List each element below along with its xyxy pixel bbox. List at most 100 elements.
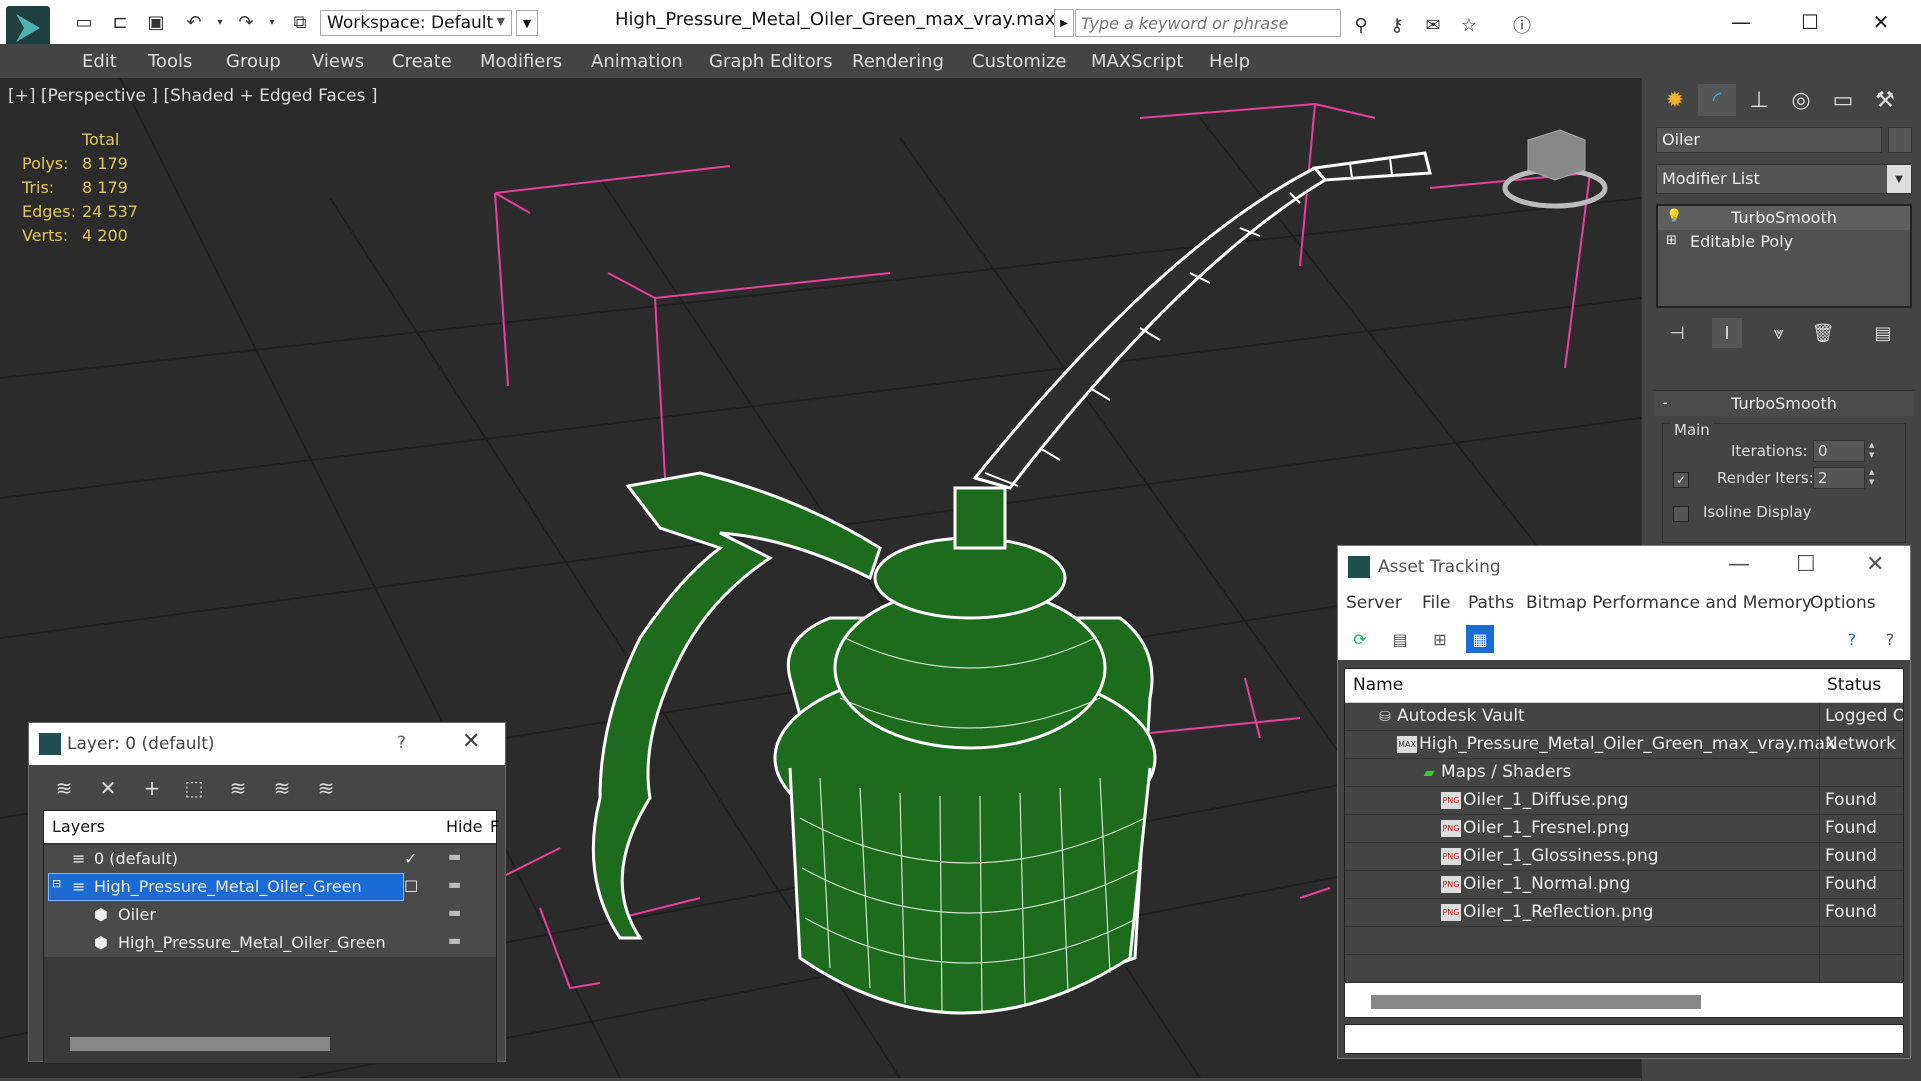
col-hide[interactable]: Hide <box>446 817 482 836</box>
search-expand-button[interactable]: ▶ <box>1054 9 1074 37</box>
col-status[interactable]: Status <box>1827 675 1881 695</box>
redo-icon[interactable]: ↷ <box>234 12 258 33</box>
asset-row[interactable]: PNG Oiler_1_Diffuse.png Found <box>1345 787 1903 815</box>
menu-customize[interactable]: Customize <box>972 51 1066 72</box>
create-tab-icon[interactable]: ✹ <box>1656 84 1694 116</box>
menu-animation[interactable]: Animation <box>591 51 683 72</box>
select-objects-icon[interactable]: ⬚ <box>179 773 209 803</box>
project-folder-icon[interactable]: ⧉ <box>288 12 312 33</box>
redo-dropdown-icon[interactable]: ▾ <box>260 12 284 32</box>
hide-toggle[interactable]: ▬ <box>448 905 461 921</box>
show-end-result-icon[interactable]: I <box>1712 318 1742 348</box>
minimize-button[interactable]: — <box>1718 8 1764 36</box>
spinner-arrows-icon[interactable]: ▲ ▼ <box>1869 440 1879 462</box>
spinner-arrows-icon[interactable]: ▲ ▼ <box>1869 467 1879 489</box>
delete-layer-icon[interactable]: ✕ <box>93 773 123 803</box>
workspace-dropdown[interactable]: Workspace: Default ▼ <box>320 10 512 36</box>
menu-paths[interactable]: Paths <box>1468 593 1514 613</box>
utilities-tab-icon[interactable]: ⚒ <box>1866 84 1904 116</box>
turbosmooth-rollout-header[interactable]: - TurboSmooth <box>1654 390 1914 416</box>
layer-window-titlebar[interactable]: Layer: 0 (default) ? ✕ <box>29 723 505 765</box>
motion-tab-icon[interactable]: ◎ <box>1782 84 1820 116</box>
menu-file[interactable]: File <box>1422 593 1450 613</box>
communication-center-icon[interactable]: ✉ <box>1420 14 1446 36</box>
col-layers[interactable]: Layers <box>52 817 105 836</box>
iterations-spinner[interactable]: 0 <box>1813 440 1865 462</box>
isoline-display-checkbox[interactable] <box>1673 506 1689 522</box>
menu-maxscript[interactable]: MAXScript <box>1091 51 1183 72</box>
menu-tools[interactable]: Tools <box>148 51 192 72</box>
hierarchy-tab-icon[interactable]: ⊥ <box>1740 84 1778 116</box>
list-view-icon[interactable]: ▤ <box>1386 625 1414 653</box>
context-help-icon[interactable]: ? <box>1876 625 1904 653</box>
asset-row[interactable]: PNG Oiler_1_Glossiness.png Found <box>1345 843 1903 871</box>
key-icon[interactable]: ⚷ <box>1384 14 1410 36</box>
layer-row-selected[interactable]: ⊟ ≡ High_Pressure_Metal_Oiler_Green ☐ ▬ <box>44 873 496 901</box>
undo-dropdown-icon[interactable]: ▾ <box>208 12 232 32</box>
layer-row[interactable]: ⬢ Oiler ▬ <box>44 901 496 929</box>
search-input[interactable] <box>1075 9 1341 37</box>
binoculars-icon[interactable]: ⚲ <box>1348 14 1374 36</box>
asset-row[interactable]: MAX High_Pressure_Metal_Oiler_Green_max_… <box>1345 731 1903 759</box>
asset-row[interactable]: PNG Oiler_1_Normal.png Found <box>1345 871 1903 899</box>
configure-modifier-sets-icon[interactable]: ▤ <box>1868 318 1898 348</box>
viewcube[interactable] <box>1502 129 1608 209</box>
new-layer-icon[interactable]: ≋ <box>49 773 79 803</box>
viewport-label[interactable]: [+] [Perspective ] [Shaded + Edged Faces… <box>8 86 377 106</box>
modify-tab-icon[interactable]: ◜ <box>1698 84 1736 116</box>
render-iters-checkbox[interactable]: ✓ <box>1673 472 1689 488</box>
tree-view-icon[interactable]: ⊞ <box>1426 625 1454 653</box>
refresh-icon[interactable]: ⟳ <box>1346 625 1374 653</box>
asset-row[interactable]: PNG Oiler_1_Fresnel.png Found <box>1345 815 1903 843</box>
asset-window-titlebar[interactable]: Asset Tracking — ☐ ✕ <box>1338 546 1910 588</box>
help-button[interactable]: ? <box>397 733 406 753</box>
table-view-icon[interactable]: ▦ <box>1466 625 1494 653</box>
horizontal-scrollbar[interactable] <box>70 1037 330 1051</box>
menu-edit[interactable]: Edit <box>82 51 117 72</box>
menu-modifiers[interactable]: Modifiers <box>480 51 562 72</box>
favorites-star-icon[interactable]: ☆ <box>1456 14 1482 36</box>
expand-plus-icon[interactable]: ⊞ <box>1666 233 1677 248</box>
menu-server[interactable]: Server <box>1346 593 1402 613</box>
close-button[interactable]: ✕ <box>1858 8 1904 36</box>
new-file-icon[interactable]: ▭ <box>72 12 96 33</box>
asset-row[interactable]: PNG Oiler_1_Reflection.png Found <box>1345 899 1903 927</box>
menu-rendering[interactable]: Rendering <box>852 51 944 72</box>
menu-graph-editors[interactable]: Graph Editors <box>709 51 833 72</box>
active-toggle-icon[interactable]: ☐ <box>404 877 418 896</box>
stack-item-turbosmooth[interactable]: 💡 TurboSmooth <box>1658 206 1910 230</box>
maximize-button[interactable]: ☐ <box>1787 8 1833 36</box>
minimize-button[interactable]: — <box>1728 552 1750 577</box>
modifier-list-dropdown[interactable]: Modifier List ▼ <box>1656 164 1912 194</box>
render-iters-spinner[interactable]: 2 <box>1813 467 1865 489</box>
menu-bitmap-performance[interactable]: Bitmap Performance and Memory <box>1526 593 1812 613</box>
menu-options[interactable]: Options <box>1810 593 1876 613</box>
stack-item-editable-poly[interactable]: ⊞ Editable Poly <box>1658 230 1910 254</box>
hide-toggle[interactable]: ▬ <box>448 877 461 893</box>
workspace-menu-button[interactable]: ▼ <box>516 10 538 36</box>
object-color-swatch[interactable] <box>1888 127 1912 153</box>
layer-row[interactable]: ≡ 0 (default) ✓ ▬ <box>44 845 496 873</box>
server-help-icon[interactable]: ? <box>1838 625 1866 653</box>
freeze-layers-icon[interactable]: ≋ <box>311 773 341 803</box>
maximize-button[interactable]: ☐ <box>1796 552 1816 577</box>
menu-views[interactable]: Views <box>312 51 364 72</box>
help-icon[interactable]: ⓘ <box>1509 14 1535 37</box>
asset-row[interactable]: ⛁ Autodesk Vault Logged O <box>1345 703 1903 731</box>
hide-layers-icon[interactable]: ≋ <box>267 773 297 803</box>
make-unique-icon[interactable]: ⩔ <box>1764 318 1794 348</box>
menu-create[interactable]: Create <box>392 51 452 72</box>
menu-help[interactable]: Help <box>1209 51 1250 72</box>
pin-stack-icon[interactable]: ⊣ <box>1662 318 1692 348</box>
layer-row[interactable]: ⬢ High_Pressure_Metal_Oiler_Green ▬ <box>44 929 496 957</box>
hide-toggle[interactable]: ▬ <box>448 933 461 949</box>
highlight-layer-icon[interactable]: ≋ <box>223 773 253 803</box>
horizontal-scrollbar[interactable] <box>1371 995 1701 1009</box>
display-tab-icon[interactable]: ▭ <box>1824 84 1862 116</box>
open-folder-icon[interactable]: ⊏ <box>108 12 132 33</box>
asset-row[interactable]: ▰ Maps / Shaders <box>1345 759 1903 787</box>
undo-icon[interactable]: ↶ <box>182 12 206 33</box>
lightbulb-icon[interactable]: 💡 <box>1666 209 1682 224</box>
col-name[interactable]: Name <box>1353 675 1403 695</box>
collapse-icon[interactable]: ⊟ <box>52 877 61 890</box>
